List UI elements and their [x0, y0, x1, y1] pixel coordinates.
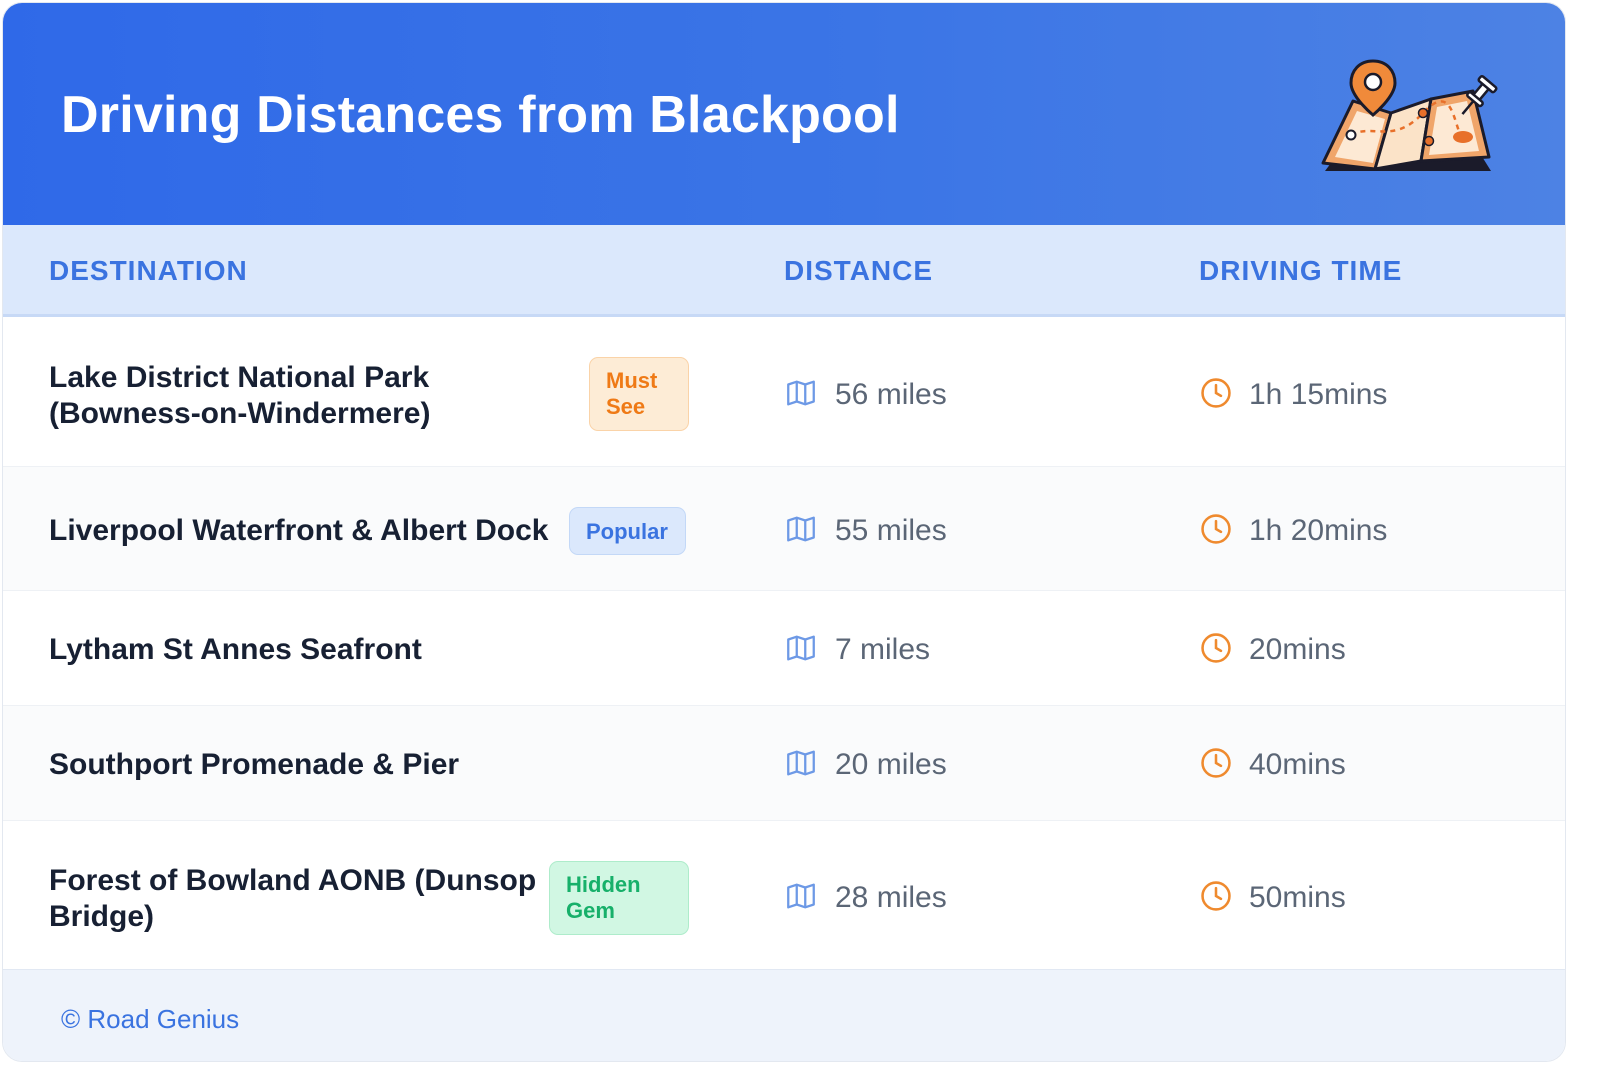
column-header-distance: DISTANCE — [784, 255, 934, 286]
clock-icon — [1201, 378, 1231, 408]
destination-name: Liverpool Waterfront & Albert Dock — [49, 514, 549, 547]
map-with-pins-icon — [1321, 59, 1498, 171]
destination-name: Lytham St Annes Seafront — [49, 633, 422, 666]
badge-line: Hidden — [566, 872, 641, 897]
badge-popular: Popular — [569, 507, 686, 555]
time-value: 20mins — [1249, 633, 1346, 666]
map-icon — [787, 635, 815, 661]
map-icon — [787, 380, 815, 406]
destination-line: (Bowness-on-Windermere) — [49, 397, 431, 430]
destination-line: Forest of Bowland AONB (Dunsop — [49, 864, 537, 897]
time-value: 40mins — [1249, 748, 1346, 781]
table-row: Forest of Bowland AONB (Dunsop Bridge) H… — [3, 821, 1565, 969]
badge-line: See — [606, 394, 646, 419]
destination-name: Lake District National Park (Bowness-on-… — [49, 360, 430, 432]
map-icon — [787, 750, 815, 776]
badge-line: Gem — [566, 898, 615, 923]
table-row: Lytham St Annes Seafront 7 miles 20mins — [3, 591, 1565, 706]
map-icon — [787, 883, 815, 909]
brand-credit: © Road Genius — [61, 1004, 240, 1034]
card-header: Driving Distances from Blackpool — [3, 3, 1565, 225]
distance-value: 28 miles — [835, 881, 947, 914]
column-header-driving-time: DRIVING TIME — [1199, 255, 1403, 286]
table-row: Southport Promenade & Pier 20 miles 40mi… — [3, 706, 1565, 821]
time-value: 1h 20mins — [1249, 514, 1388, 547]
distance-value: 55 miles — [835, 514, 947, 547]
table-row: Liverpool Waterfront & Albert Dock Popul… — [3, 467, 1565, 591]
card-footer: © Road Genius — [3, 969, 1565, 1061]
time-value: 50mins — [1249, 881, 1346, 914]
map-icon — [787, 516, 815, 542]
destination-name: Southport Promenade & Pier — [49, 748, 460, 781]
destination-line: Lake District National Park — [49, 361, 430, 394]
table-row: Lake District National Park (Bowness-on-… — [3, 317, 1565, 467]
time-value: 1h 15mins — [1249, 378, 1388, 411]
distance-value: 20 miles — [835, 748, 947, 781]
badge-must-see: Must See — [589, 357, 689, 431]
distance-value: 7 miles — [835, 633, 931, 666]
badge-hidden-gem: Hidden Gem — [549, 861, 689, 935]
destination-name: Forest of Bowland AONB (Dunsop Bridge) — [49, 863, 536, 935]
distance-value: 56 miles — [835, 378, 947, 411]
clock-icon — [1201, 633, 1231, 663]
column-header-destination: DESTINATION — [49, 255, 248, 286]
page-title: Driving Distances from Blackpool — [61, 86, 900, 144]
badge-line: Must — [606, 368, 658, 393]
table-header: DESTINATION DISTANCE DRIVING TIME — [3, 225, 1565, 317]
distance-card: Driving Distances from Blackpool DESTINA… — [2, 2, 1566, 1062]
clock-icon — [1201, 881, 1231, 911]
destination-line: Bridge) — [49, 900, 154, 933]
clock-icon — [1201, 748, 1231, 778]
clock-icon — [1201, 514, 1231, 544]
